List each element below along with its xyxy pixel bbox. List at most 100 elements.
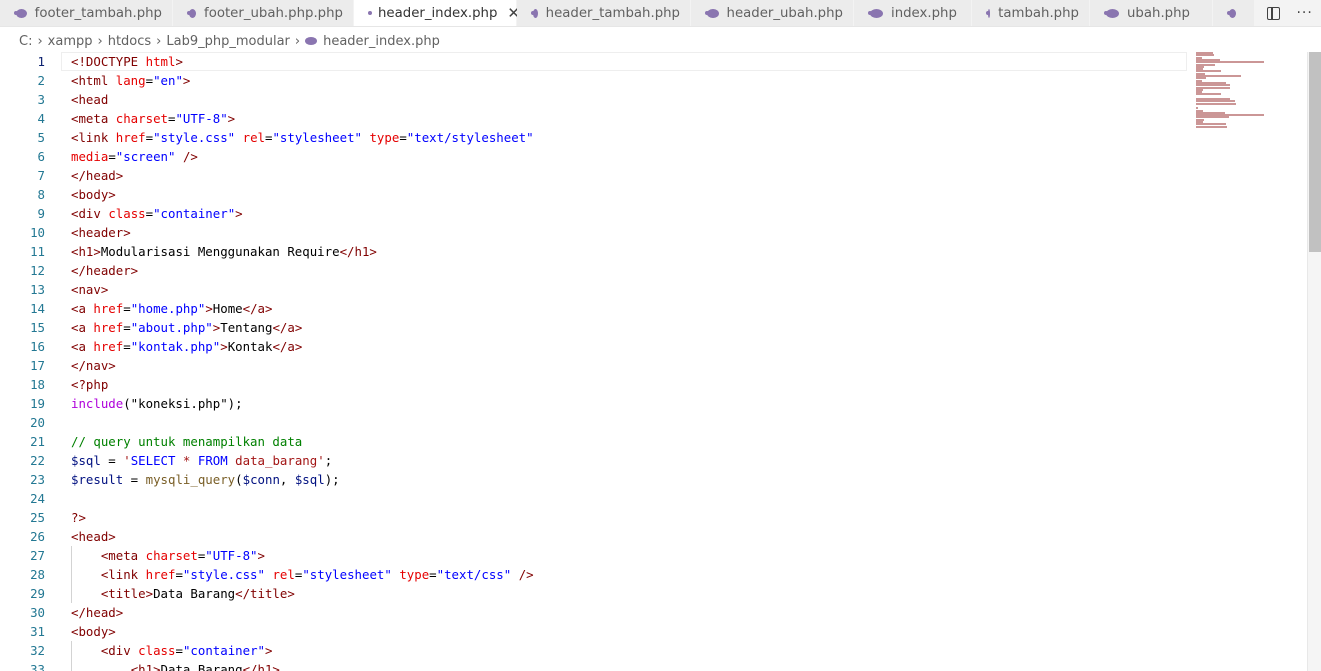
breadcrumb-item[interactable]: C:: [19, 34, 32, 49]
indent-guide: [71, 546, 72, 603]
code-line[interactable]: 13 <nav>: [0, 280, 1190, 299]
line-number: 10: [30, 225, 45, 240]
code-token: $sql: [71, 453, 101, 468]
chevron-right-icon: ›: [97, 33, 103, 49]
code-token: *: [175, 453, 198, 468]
code-token: </a>: [272, 339, 303, 354]
tab-ubah-php[interactable]: ubah.php: [1090, 0, 1213, 26]
code-token: FROM: [197, 453, 228, 468]
code-line[interactable]: 28 <link href="style.css" rel="styleshee…: [0, 565, 1190, 584]
code-line[interactable]: 27 <meta charset="UTF-8">: [0, 546, 1190, 565]
code-line[interactable]: 5 <link href="style.css" rel="stylesheet"…: [0, 128, 1190, 147]
code-line[interactable]: 31 <body>: [0, 622, 1190, 641]
code-token: =: [429, 567, 437, 582]
code-editor[interactable]: 1 <!DOCTYPE html> 2 <html lang="en"> 3 <head 4…: [0, 52, 1307, 671]
code-line[interactable]: 4 <meta charset="UTF-8">: [0, 109, 1190, 128]
code-line[interactable]: 12 </header>: [0, 261, 1190, 280]
code-token: include: [71, 396, 124, 411]
line-number: 1: [37, 54, 45, 69]
tab-header-ubah-php[interactable]: header_ubah.php: [691, 0, 854, 26]
minimap-line: [1196, 93, 1222, 96]
code-line[interactable]: 18 <?php: [0, 375, 1190, 394]
code-line[interactable]: 26 <head>: [0, 527, 1190, 546]
line-code: <link href="style.css" rel="stylesheet" …: [71, 565, 534, 584]
line-code: <html lang="en">: [71, 71, 190, 90]
code-token: (: [235, 472, 243, 487]
code-line[interactable]: 8 <body>: [0, 185, 1190, 204]
tab-overflow[interactable]: [1213, 0, 1255, 26]
tab-label: ubah.php: [1127, 5, 1190, 21]
code-line[interactable]: 30 </head>: [0, 603, 1190, 622]
code-line[interactable]: 17 </nav>: [0, 356, 1190, 375]
code-line[interactable]: 33 <h1>Data Barang</h1>: [0, 660, 1190, 671]
tab-footer-ubah-php-php[interactable]: footer_ubah.php.php: [173, 0, 354, 26]
code-token: "stylesheet": [272, 130, 362, 145]
chevron-right-icon: ›: [156, 33, 162, 49]
line-code: $sql = 'SELECT * FROM data_barang';: [71, 451, 332, 470]
line-code: media="screen" />: [71, 147, 198, 166]
code-line[interactable]: 22 $sql = 'SELECT * FROM data_barang';: [0, 451, 1190, 470]
code-token: "style.css": [153, 130, 236, 145]
scrollbar-thumb[interactable]: [1309, 52, 1321, 252]
tab-header-index-php[interactable]: header_index.php ✕: [354, 0, 520, 26]
code-line[interactable]: 6 media="screen" />: [0, 147, 1190, 166]
php-file-icon: [1227, 8, 1236, 18]
code-line[interactable]: 20: [0, 413, 1190, 432]
breadcrumb-item[interactable]: header_index.php: [323, 34, 440, 49]
code-token: Data Barang: [153, 586, 236, 601]
code-line[interactable]: 10 <header>: [0, 223, 1190, 242]
code-token: <body>: [71, 624, 116, 639]
code-line[interactable]: 16 <a href="kontak.php">Kontak</a>: [0, 337, 1190, 356]
code-line[interactable]: 2 <html lang="en">: [0, 71, 1190, 90]
line-code: <link href="style.css" rel="stylesheet" …: [71, 128, 534, 147]
code-line[interactable]: 7 </head>: [0, 166, 1190, 185]
code-line[interactable]: 3 <head: [0, 90, 1190, 109]
php-file-icon: [531, 8, 538, 18]
line-code: <nav>: [71, 280, 108, 299]
code-line[interactable]: 15 <a href="about.php">Tentang</a>: [0, 318, 1190, 337]
breadcrumb-item[interactable]: Lab9_php_modular: [166, 34, 290, 49]
code-token: href: [93, 301, 124, 316]
minimap[interactable]: [1190, 52, 1305, 192]
line-code: <head>: [71, 527, 116, 546]
code-line[interactable]: 9 <div class="container">: [0, 204, 1190, 223]
code-token: =: [100, 453, 124, 468]
vertical-scrollbar[interactable]: [1307, 52, 1321, 671]
code-line[interactable]: 14 <a href="home.php">Home</a>: [0, 299, 1190, 318]
code-token: <meta: [71, 111, 116, 126]
split-editor-icon[interactable]: [1267, 6, 1281, 20]
line-number: 3: [37, 92, 45, 107]
code-token: mysqli_query: [145, 472, 236, 487]
more-actions-icon[interactable]: ···: [1296, 5, 1312, 21]
tab-tambah-php[interactable]: tambah.php: [972, 0, 1090, 26]
code-line[interactable]: 29 <title>Data Barang</title>: [0, 584, 1190, 603]
tab-label: header_ubah.php: [726, 5, 843, 21]
code-token: <body>: [71, 187, 116, 202]
code-line[interactable]: 32 <div class="container">: [0, 641, 1190, 660]
code-token: >: [257, 548, 265, 563]
code-line[interactable]: 1 <!DOCTYPE html>: [0, 52, 1190, 71]
breadcrumb-item[interactable]: xampp: [48, 34, 93, 49]
breadcrumb-item[interactable]: htdocs: [108, 34, 151, 49]
code-token: "container": [182, 643, 265, 658]
code-line[interactable]: 11 <h1>Modularisasi Menggunakan Require</…: [0, 242, 1190, 261]
line-code: <!DOCTYPE html>: [71, 52, 183, 71]
code-line[interactable]: 25 ?>: [0, 508, 1190, 527]
line-number: 8: [37, 187, 45, 202]
code-token: =: [108, 149, 116, 164]
code-token: "screen": [115, 149, 176, 164]
tab-label: index.php: [891, 5, 957, 21]
code-line[interactable]: 21 // query untuk menampilkan data: [0, 432, 1190, 451]
code-line[interactable]: 19 include("koneksi.php");: [0, 394, 1190, 413]
line-code: </nav>: [71, 356, 116, 375]
tab-index-php[interactable]: index.php: [854, 0, 972, 26]
line-number: 24: [30, 491, 45, 506]
tab-header-tambah-php[interactable]: header_tambah.php: [517, 0, 691, 26]
code-line[interactable]: 23 $result = mysqli_query($conn, $sql);: [0, 470, 1190, 489]
code-token: =: [145, 73, 154, 88]
code-token: <head>: [71, 529, 116, 544]
line-code: <meta charset="UTF-8">: [71, 109, 235, 128]
code-line[interactable]: 24: [0, 489, 1190, 508]
tab-footer-tambah-php[interactable]: footer_tambah.php: [0, 0, 173, 26]
